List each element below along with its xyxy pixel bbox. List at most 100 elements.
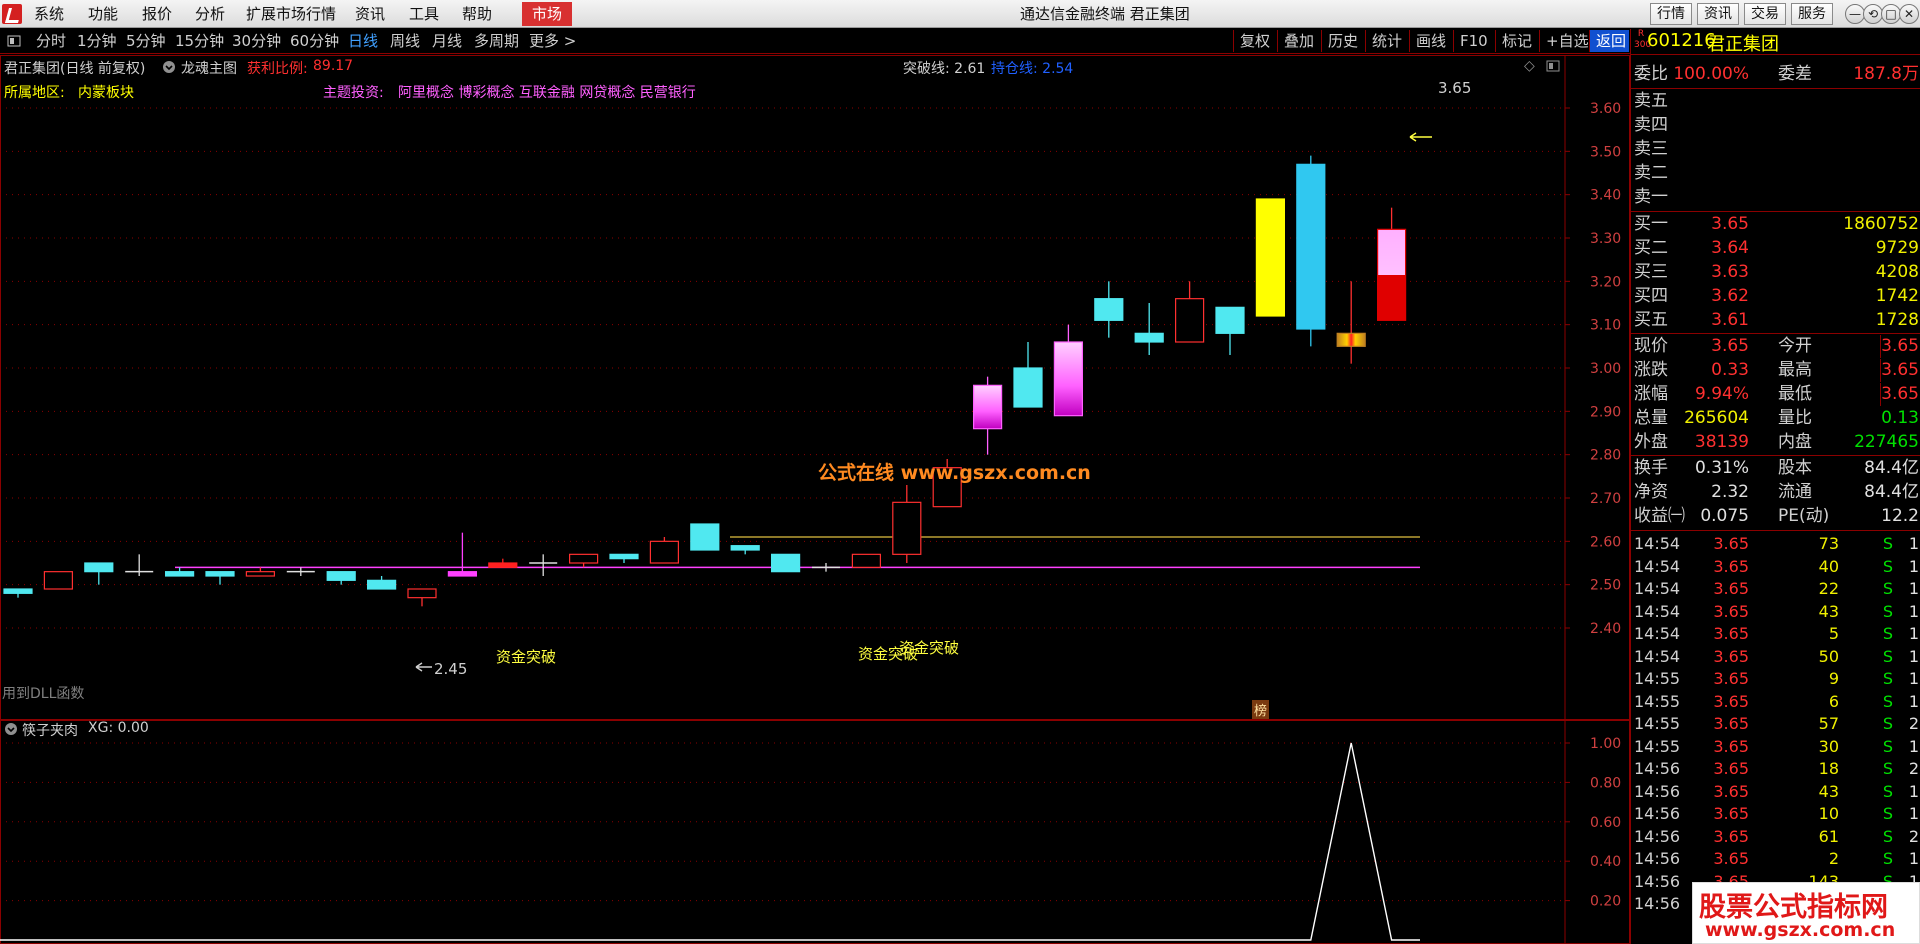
stat-label: 收益㈠: [1634, 506, 1685, 526]
profit-ratio-label: 获利比例:: [247, 61, 308, 77]
indicator-subchart[interactable]: 1.00 0.80 0.60 0.40 0.20 筷子夹肉 XG: 0.00: [0, 720, 1630, 944]
header-service-button[interactable]: 服务: [1791, 3, 1833, 25]
buy-level-price: 3.64: [1711, 238, 1749, 258]
period-tab[interactable]: 15分钟: [175, 29, 224, 54]
tick-price: 3.65: [1713, 804, 1749, 823]
weibi-label: 委比: [1634, 64, 1668, 84]
candle-body: [1134, 332, 1164, 343]
tick-time: 14:54: [1634, 579, 1681, 598]
kline-canvas[interactable]: 3.60 3.50 3.40 3.30 3.20 3.10 3.00 2.90 2.80 2.70…: [0, 55, 1630, 720]
tick-row: 14:54 3.65 22 S 1: [1631, 577, 1920, 600]
buy-level-row: 买二 3.64 9729: [1631, 237, 1920, 260]
tick-price: 3.65: [1713, 714, 1749, 733]
buy-level-price: 3.65: [1711, 214, 1749, 234]
sub-indicator-name[interactable]: 筷子夹肉: [22, 720, 78, 740]
tick-volume: 50: [1818, 646, 1839, 666]
menu-extended-market[interactable]: 扩展市场行情: [246, 0, 336, 28]
subchart-tick-label: 0.40: [1590, 854, 1621, 870]
stat-value: 2.32: [1711, 482, 1749, 502]
menu-analysis[interactable]: 分析: [195, 0, 225, 28]
menu-news[interactable]: 资讯: [355, 0, 385, 28]
tick-count: 1: [1908, 849, 1919, 868]
tick-count: 1: [1908, 534, 1919, 553]
sub-indicator-dropdown-icon[interactable]: [4, 720, 18, 738]
stat-row: 收益㈠ 0.075 PE(动) 12.2: [1631, 505, 1920, 528]
stat-label: 内盘: [1778, 432, 1812, 452]
stat-label: 外盘: [1634, 432, 1668, 452]
tick-time: 14:54: [1634, 534, 1681, 553]
tick-time: 14:56: [1634, 826, 1681, 846]
y-tick-label: 2.40: [1590, 621, 1621, 637]
weibi-row: 委比 100.00% 委差 187.8万: [1631, 63, 1920, 86]
restore-icon[interactable]: ⟲: [1863, 4, 1883, 24]
divider: [1631, 455, 1920, 456]
chart-frame: [0, 55, 1630, 720]
more-periods-button[interactable]: 更多 >: [529, 29, 576, 54]
stat-value: 0.13: [1881, 408, 1919, 428]
chart-diamond-icon[interactable]: ◇: [1524, 58, 1535, 74]
minimize-icon[interactable]: —: [1845, 4, 1865, 24]
tick-row: 14:55 3.65 9 S 1: [1631, 667, 1920, 690]
indicator-canvas[interactable]: 1.00 0.80 0.60 0.40 0.20: [0, 720, 1630, 944]
buy-level-price: 3.63: [1711, 262, 1749, 282]
stat-value: 0.33: [1711, 360, 1749, 380]
period-tab[interactable]: 30分钟: [232, 29, 281, 54]
tick-side: S: [1882, 804, 1893, 823]
tick-row: 14:55 3.65 30 S 1: [1631, 735, 1920, 758]
tick-count: 1: [1908, 624, 1919, 643]
tool-button[interactable]: 叠加: [1277, 30, 1321, 52]
stat-value: 0.31%: [1694, 458, 1749, 478]
tick-volume: 43: [1818, 601, 1839, 621]
candle-body: [690, 523, 720, 551]
header-trade-button[interactable]: 交易: [1744, 3, 1786, 25]
menu-system[interactable]: 系统: [34, 0, 64, 28]
tick-row: 14:54 3.65 50 S 1: [1631, 645, 1920, 668]
ranking-badge[interactable]: 榜: [1252, 700, 1270, 719]
period-tab[interactable]: 多周期: [474, 29, 519, 54]
low-arrow-icon: [415, 662, 432, 672]
add-favorite-button[interactable]: +自选: [1539, 30, 1589, 52]
toggle-panel-icon[interactable]: [6, 29, 22, 54]
tick-row: 14:55 3.65 57 S 2: [1631, 712, 1920, 735]
period-tab[interactable]: 月线: [432, 29, 462, 54]
tick-time: 14:54: [1634, 646, 1681, 666]
chart-settings-icon[interactable]: [1546, 58, 1560, 78]
period-tab[interactable]: 5分钟: [126, 29, 166, 54]
close-icon[interactable]: ✕: [1899, 4, 1919, 24]
high-arrow-icon: [1409, 132, 1432, 142]
breakout-line-label: 突破线: 2.61: [903, 61, 986, 77]
header-news-button[interactable]: 资讯: [1697, 3, 1739, 25]
candle-body: [1174, 298, 1205, 343]
stat-value: 3.65: [1880, 359, 1919, 382]
menu-tools[interactable]: 工具: [409, 0, 439, 28]
maximize-icon[interactable]: □: [1881, 4, 1901, 24]
tick-count: 1: [1908, 781, 1919, 801]
low-price-marker: 2.45: [434, 660, 468, 678]
tool-button[interactable]: 复权: [1233, 30, 1277, 52]
menu-function[interactable]: 功能: [88, 0, 118, 28]
buy-level-volume: 1728: [1875, 310, 1919, 330]
divider: [1631, 333, 1920, 334]
indicator-dropdown-icon[interactable]: [162, 58, 176, 73]
candle-body: [1215, 306, 1245, 334]
tool-button[interactable]: 历史: [1321, 30, 1365, 52]
tool-button[interactable]: 画线: [1409, 30, 1453, 52]
tool-button[interactable]: 统计: [1365, 30, 1409, 52]
period-tab[interactable]: 分时: [36, 29, 66, 54]
tool-button[interactable]: F10: [1453, 30, 1495, 52]
tick-count: 1: [1908, 669, 1919, 688]
market-tab[interactable]: 市场: [522, 2, 572, 26]
period-tab[interactable]: 60分钟: [290, 29, 339, 54]
period-tab-active[interactable]: 日线: [348, 29, 378, 54]
period-tab[interactable]: 周线: [390, 29, 420, 54]
header-quote-button[interactable]: 行情: [1650, 3, 1692, 25]
menu-quote[interactable]: 报价: [142, 0, 172, 28]
tool-button[interactable]: 标记: [1495, 30, 1539, 52]
period-tab[interactable]: 1分钟: [77, 29, 117, 54]
subchart-tick-label: 0.80: [1590, 775, 1621, 791]
main-kline-chart[interactable]: 3.60 3.50 3.40 3.30 3.20 3.10 3.00 2.90 2.80 2.70…: [0, 55, 1630, 720]
back-button[interactable]: 返回: [1589, 30, 1629, 52]
menu-help[interactable]: 帮助: [462, 0, 492, 28]
indicator-name[interactable]: 龙魂主图: [181, 58, 237, 78]
tick-price: 3.65: [1713, 579, 1749, 598]
